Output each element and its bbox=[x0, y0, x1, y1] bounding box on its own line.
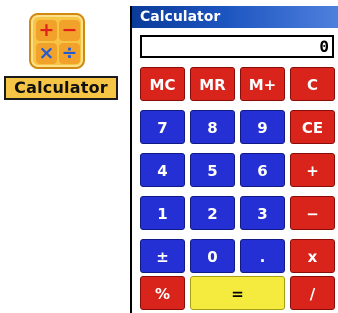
multiply-button[interactable]: x bbox=[290, 239, 335, 273]
digit-4-button[interactable]: 4 bbox=[140, 153, 185, 187]
result-display: 0 bbox=[140, 35, 334, 58]
window-title: Calculator bbox=[132, 6, 338, 28]
calculator-app-icon[interactable]: + − × ÷ Calculator bbox=[0, 0, 120, 110]
mc-button[interactable]: MC bbox=[140, 67, 185, 101]
percent-button[interactable]: % bbox=[140, 276, 185, 310]
plus-icon: + bbox=[36, 20, 57, 41]
sign-toggle-button[interactable]: ± bbox=[140, 239, 185, 273]
digit-1-button[interactable]: 1 bbox=[140, 196, 185, 230]
clear-button[interactable]: C bbox=[290, 67, 335, 101]
minus-icon: − bbox=[59, 20, 80, 41]
calculator-window: Calculator 0 MC MR M+ C 7 8 9 CE 4 5 6 +1 2 3− ±0. x% = / bbox=[130, 6, 338, 313]
digit-7-button[interactable]: 7 bbox=[140, 110, 185, 144]
decimal-button[interactable]: . bbox=[240, 239, 285, 273]
digit-0-button[interactable]: 0 bbox=[190, 239, 235, 273]
mr-button[interactable]: MR bbox=[190, 67, 235, 101]
digit-8-button[interactable]: 8 bbox=[190, 110, 235, 144]
add-button[interactable]: + bbox=[290, 153, 335, 187]
digit-6-button[interactable]: 6 bbox=[240, 153, 285, 187]
divide-button[interactable]: / bbox=[290, 276, 335, 310]
multiply-icon: × bbox=[36, 43, 57, 64]
divide-icon: ÷ bbox=[59, 43, 80, 64]
digit-9-button[interactable]: 9 bbox=[240, 110, 285, 144]
app-icon-label: Calculator bbox=[4, 76, 118, 100]
subtract-button[interactable]: − bbox=[290, 196, 335, 230]
digit-2-button[interactable]: 2 bbox=[190, 196, 235, 230]
clear-entry-button[interactable]: CE bbox=[290, 110, 335, 144]
digit-3-button[interactable]: 3 bbox=[240, 196, 285, 230]
m-plus-button[interactable]: M+ bbox=[240, 67, 285, 101]
calculator-icon: + − × ÷ bbox=[29, 13, 85, 69]
equals-button[interactable]: = bbox=[190, 276, 285, 310]
digit-5-button[interactable]: 5 bbox=[190, 153, 235, 187]
